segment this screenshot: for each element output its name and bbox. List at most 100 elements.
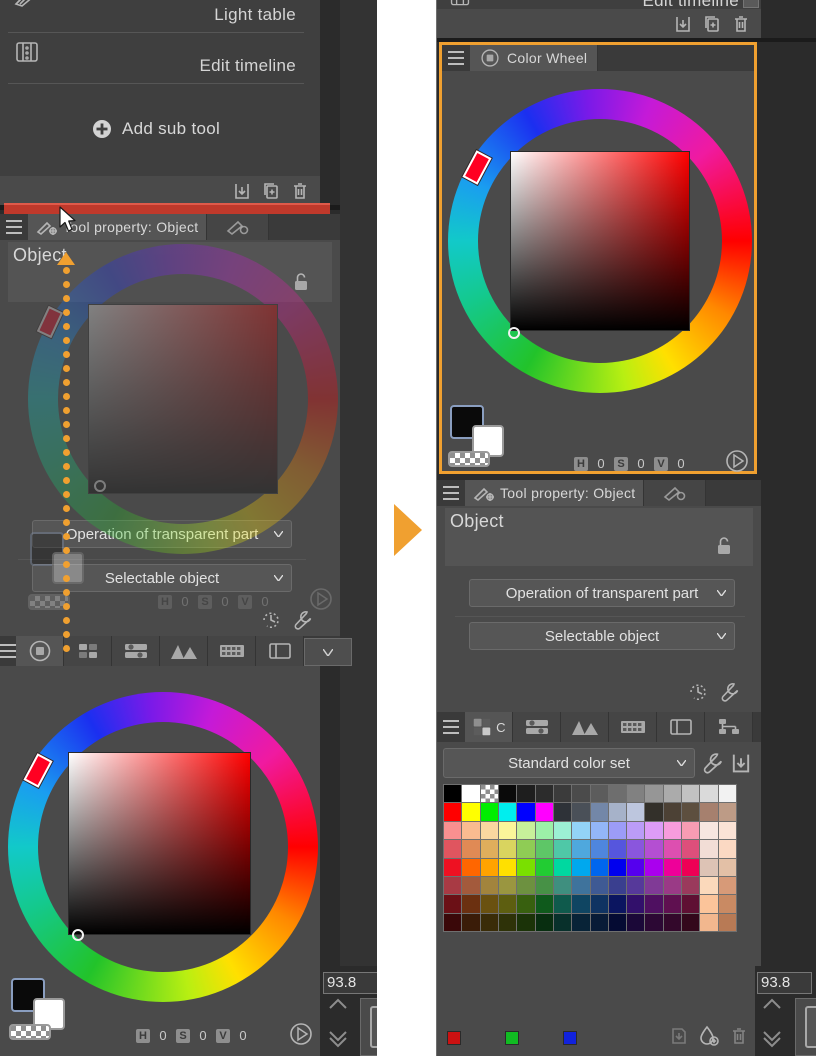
import-icon[interactable] (729, 750, 753, 776)
tab-brush-secondary[interactable] (644, 480, 707, 506)
tab-color-set[interactable]: C (465, 712, 513, 742)
tab-material[interactable] (160, 636, 208, 666)
color-swatch[interactable] (608, 840, 627, 858)
color-swatch[interactable] (700, 858, 718, 876)
color-swatch[interactable] (590, 821, 608, 840)
sub-tool-row-edit-timeline[interactable]: Edit timeline (8, 33, 304, 84)
wrench-icon[interactable] (701, 750, 725, 776)
history-icon[interactable] (687, 681, 709, 703)
hamburger-icon[interactable] (442, 45, 470, 71)
color-swatch[interactable] (608, 913, 627, 931)
color-swatch[interactable] (480, 821, 498, 840)
color-swatch[interactable] (535, 895, 553, 913)
tab-overflow[interactable] (304, 638, 352, 666)
color-swatch[interactable] (517, 895, 535, 913)
color-swatch[interactable] (535, 821, 553, 840)
sv-marker[interactable] (72, 929, 84, 941)
approximate-color-icon[interactable] (724, 448, 750, 474)
color-swatch[interactable] (572, 913, 590, 931)
color-swatch[interactable] (498, 821, 517, 840)
color-swatch[interactable] (498, 803, 517, 821)
tab-animation[interactable] (609, 712, 657, 742)
color-swatch[interactable] (498, 858, 517, 876)
unlock-icon[interactable] (715, 536, 733, 556)
color-swatch[interactable] (553, 840, 572, 858)
color-swatch[interactable] (480, 913, 498, 931)
color-chip[interactable] (447, 1031, 461, 1045)
left-numeric-value[interactable]: 93.8 (323, 972, 378, 994)
color-swatch[interactable] (553, 803, 572, 821)
left-chevron-up-icon[interactable] (327, 996, 349, 1012)
color-swatch[interactable] (700, 803, 718, 821)
color-swatch[interactable] (700, 876, 718, 895)
value-value[interactable]: 0 (236, 1028, 250, 1043)
color-swatch[interactable] (462, 840, 480, 858)
wrench-icon[interactable] (719, 681, 741, 703)
color-swatch[interactable] (462, 895, 480, 913)
color-swatch[interactable] (498, 913, 517, 931)
color-swatch[interactable] (700, 821, 718, 840)
color-swatch[interactable] (444, 785, 462, 803)
color-swatch[interactable] (718, 785, 736, 803)
tab-layer-property[interactable] (513, 712, 561, 742)
color-swatch[interactable] (718, 840, 736, 858)
color-swatch[interactable] (444, 858, 462, 876)
color-swatch[interactable] (663, 913, 682, 931)
color-swatch[interactable] (572, 858, 590, 876)
color-swatch[interactable] (700, 840, 718, 858)
sv-marker[interactable] (508, 327, 520, 339)
add-sub-tool-button[interactable]: Add sub tool (8, 84, 304, 174)
add-color-icon[interactable] (698, 1025, 720, 1047)
color-swatch[interactable] (627, 821, 645, 840)
color-swatch[interactable] (480, 876, 498, 895)
color-swatch[interactable] (645, 803, 663, 821)
save-icon[interactable] (669, 1025, 689, 1047)
hue-value[interactable]: 0 (156, 1028, 170, 1043)
color-swatch[interactable] (590, 785, 608, 803)
color-swatch[interactable] (682, 821, 700, 840)
color-swatch[interactable] (480, 840, 498, 858)
tab-tool-property[interactable]: Tool property: Object (28, 214, 208, 240)
color-swatch[interactable] (608, 858, 627, 876)
color-swatch[interactable] (462, 858, 480, 876)
trash-icon[interactable] (731, 14, 751, 34)
tab-canvas[interactable] (657, 712, 705, 742)
value-value[interactable]: 0 (674, 456, 688, 471)
color-swatch[interactable] (462, 876, 480, 895)
saturation-value[interactable]: 0 (196, 1028, 210, 1043)
tab-layer-property[interactable] (112, 636, 160, 666)
saturation-value-square[interactable] (510, 151, 690, 331)
color-swatch[interactable] (535, 876, 553, 895)
color-swatch[interactable] (645, 840, 663, 858)
color-swatch[interactable] (718, 821, 736, 840)
color-swatch[interactable] (608, 895, 627, 913)
color-swatch[interactable] (572, 821, 590, 840)
color-swatch[interactable] (444, 895, 462, 913)
transparent-color-icon[interactable] (448, 451, 490, 467)
color-swatch[interactable] (700, 913, 718, 931)
color-swatch[interactable] (590, 913, 608, 931)
color-swatch[interactable] (682, 858, 700, 876)
color-swatch[interactable] (590, 840, 608, 858)
duplicate-icon[interactable] (261, 181, 281, 201)
color-swatch[interactable] (517, 821, 535, 840)
right-chevron-up-icon[interactable] (761, 996, 783, 1012)
color-swatch[interactable] (663, 821, 682, 840)
duplicate-icon[interactable] (702, 14, 722, 34)
saturation-value-square[interactable] (68, 752, 251, 935)
color-swatch[interactable] (718, 858, 736, 876)
right-chevron-double-down-icon[interactable] (761, 1028, 783, 1048)
color-swatch[interactable] (444, 803, 462, 821)
color-swatch[interactable] (590, 895, 608, 913)
color-swatch[interactable] (572, 840, 590, 858)
dropdown-operation-transparent[interactable]: Operation of transparent part (469, 579, 735, 607)
hamburger-icon[interactable] (0, 214, 28, 240)
color-swatch[interactable] (444, 840, 462, 858)
color-chip[interactable] (563, 1031, 577, 1045)
saturation-value[interactable]: 0 (634, 456, 648, 471)
color-swatch[interactable] (627, 785, 645, 803)
color-swatch[interactable] (663, 858, 682, 876)
import-icon[interactable] (673, 14, 693, 34)
color-swatch[interactable] (645, 895, 663, 913)
color-swatch[interactable] (572, 876, 590, 895)
